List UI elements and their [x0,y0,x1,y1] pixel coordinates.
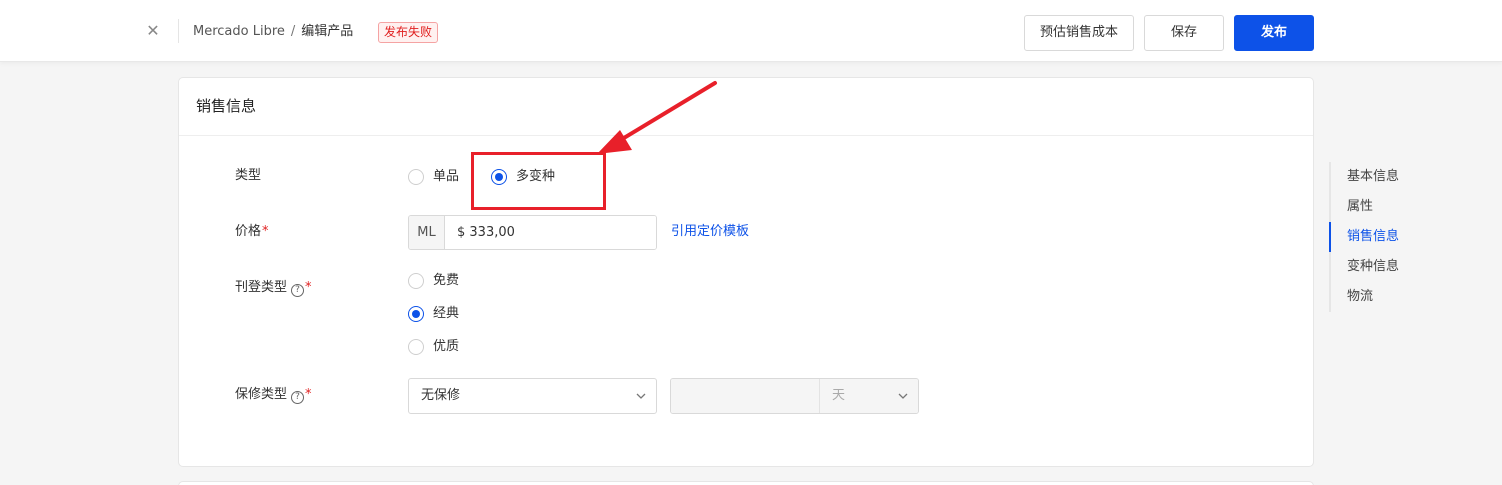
pricing-template-link[interactable]: 引用定价模板 [671,222,749,242]
listing-type-label: 刊登类型? * [235,278,312,298]
anchor-attributes[interactable]: 属性 [1347,197,1373,217]
radio-classic[interactable]: 经典 [408,304,459,324]
divider [178,19,179,43]
warranty-unit-select[interactable]: 天 [820,379,918,413]
radio-label: 单品 [433,169,460,184]
radio-circle [408,273,424,289]
anchor-variant-info[interactable]: 变种信息 [1347,257,1399,277]
estimate-cost-button[interactable]: 预估销售成本 [1024,15,1134,51]
question-circle-icon[interactable]: ? [291,284,305,297]
anchor-basic-info[interactable]: 基本信息 [1347,167,1399,187]
radio-circle [408,169,424,185]
status-badge: 发布失败 [378,22,439,43]
warranty-type-select[interactable]: 无保修 [408,378,657,414]
required-mark: * [305,280,312,295]
breadcrumb-separator: / [290,24,296,39]
required-mark: * [262,224,269,239]
radio-label: 多变种 [516,169,556,184]
anchor-logistics[interactable]: 物流 [1347,287,1373,307]
warranty-label-text: 保修类型 [235,387,288,402]
radio-label: 经典 [433,306,460,321]
listing-type-label-text: 刊登类型 [235,280,288,295]
next-section-card [178,481,1314,485]
radio-label: 优质 [433,339,460,354]
chevron-down-icon [636,393,646,399]
warranty-duration-input[interactable] [671,379,820,413]
publish-button[interactable]: 发布 [1234,15,1314,51]
anchor-nav: 基本信息 属性 销售信息 变种信息 物流 [1329,162,1469,312]
type-label: 类型 [235,166,261,186]
radio-free[interactable]: 免费 [408,271,459,291]
warranty-value: 无保修 [421,388,461,403]
radio-circle [491,169,507,185]
type-label-text: 类型 [235,168,262,183]
question-circle-icon[interactable]: ? [291,391,305,404]
warranty-duration: 天 [670,378,919,414]
anchor-sales-info[interactable]: 销售信息 [1347,227,1399,247]
price-input[interactable] [445,216,656,249]
breadcrumb-current: 编辑产品 [301,24,354,39]
radio-circle [408,306,424,322]
breadcrumb: Mercado Libre / 编辑产品 [193,22,353,42]
sales-info-card: 销售信息 类型 单品 多变种 价格* ML 引用定价模板 刊登类型?* 免费 经… [178,77,1314,467]
radio-single-product[interactable]: 单品 [408,167,459,187]
warranty-label: 保修类型? * [235,385,312,405]
radio-premium[interactable]: 优质 [408,337,459,357]
section-title: 销售信息 [179,78,1313,136]
radio-multi-variant[interactable]: 多变种 [491,167,555,187]
radio-circle [408,339,424,355]
currency-prefix: ML [409,216,445,249]
close-icon[interactable]: ✕ [143,20,163,42]
save-button[interactable]: 保存 [1144,15,1224,51]
top-bar: ✕ Mercado Libre / 编辑产品 发布失败 预估销售成本 保存 发布 [0,0,1502,62]
breadcrumb-root[interactable]: Mercado Libre [193,24,285,39]
radio-label: 免费 [433,273,460,288]
chevron-down-icon [898,393,908,399]
active-indicator [1329,222,1331,252]
price-field: ML [408,215,657,250]
required-mark: * [305,387,312,402]
price-label: 价格* [235,222,269,242]
warranty-unit-value: 天 [832,388,846,403]
price-label-text: 价格 [235,224,262,239]
